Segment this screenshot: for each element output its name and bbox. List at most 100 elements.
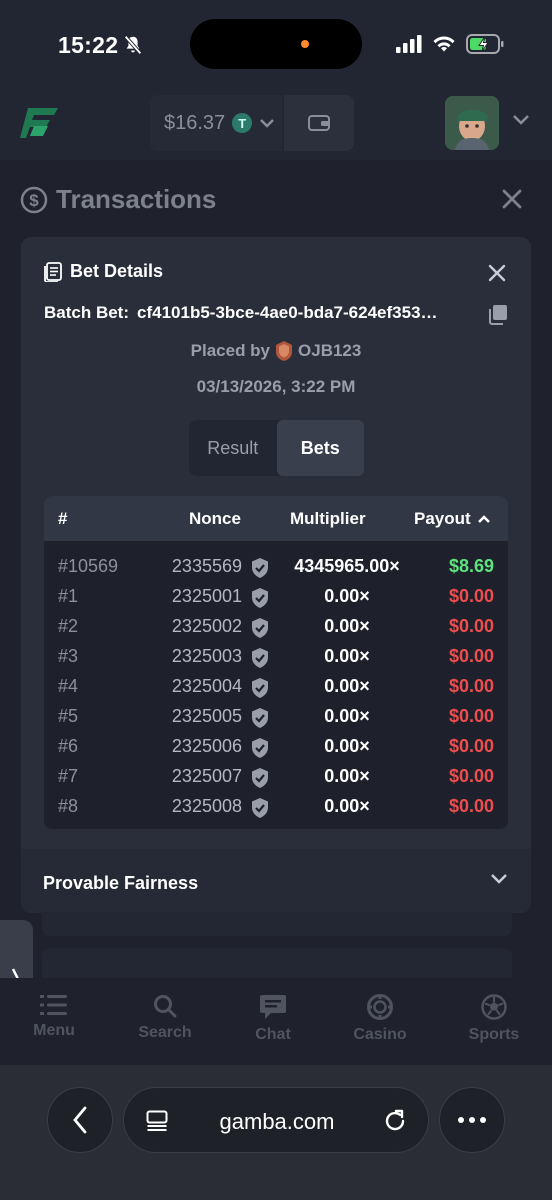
- soccer-ball-icon: [481, 994, 507, 1020]
- signal-icon: [396, 35, 422, 53]
- batch-bet-id: cf4101b5-3bce-4ae0-bda7-624ef353…: [137, 303, 438, 322]
- provable-fairness-label: Provable Fairness: [43, 873, 199, 893]
- row-payout: $0.00: [448, 796, 494, 816]
- more-dot: [480, 1117, 486, 1123]
- close-icon[interactable]: [500, 187, 524, 211]
- username[interactable]: OJB123: [298, 341, 361, 361]
- placed-by-label: Placed by: [190, 341, 271, 360]
- verified-shield-icon[interactable]: [251, 618, 269, 638]
- nav-menu[interactable]: Menu: [9, 994, 99, 1040]
- nav-casino-label: Casino: [353, 1026, 407, 1043]
- row-payout: $0.00: [448, 766, 494, 786]
- row-payout: $0.00: [448, 646, 494, 666]
- verified-shield-icon[interactable]: [251, 738, 269, 758]
- nav-casino[interactable]: Casino: [335, 994, 425, 1044]
- row-number: #3: [58, 646, 79, 666]
- bell-muted-icon: [124, 35, 142, 55]
- row-number: #7: [58, 766, 79, 786]
- chevron-up-icon: [477, 515, 490, 523]
- col-num: #: [58, 509, 68, 528]
- browser-back-button[interactable]: [47, 1087, 113, 1153]
- avatar-image: [445, 96, 499, 150]
- table-row[interactable]: #10569 2335569 4345965.00× $8.69: [44, 552, 508, 582]
- table-row[interactable]: #1 2325001 0.00× $0.00: [44, 582, 508, 612]
- site-header: $16.37 T: [0, 86, 552, 160]
- nav-sports[interactable]: Sports: [449, 994, 539, 1044]
- verified-shield-icon[interactable]: [251, 588, 269, 608]
- chevron-down-icon[interactable]: [512, 114, 530, 126]
- modal-title: Bet Details: [70, 261, 164, 281]
- row-payout: $0.00: [448, 676, 494, 696]
- bet-datetime: 03/13/2026, 3:22 PM: [196, 377, 356, 396]
- table-body: #10569 2335569 4345965.00× $8.69 #1 2325001 0.…: [44, 541, 508, 822]
- browser-more-button[interactable]: [439, 1087, 505, 1153]
- tab-bets[interactable]: Bets: [276, 420, 364, 476]
- row-nonce: 2325007: [171, 766, 242, 786]
- row-payout: $0.00: [448, 736, 494, 756]
- row-multiplier: 4345965.00×: [294, 556, 400, 576]
- tether-icon: T: [232, 113, 253, 133]
- row-nonce: 2325002: [171, 616, 242, 636]
- placed-by-row: Placed by OJB123: [21, 341, 531, 361]
- casino-chip-icon: [367, 994, 393, 1020]
- more-dot: [469, 1117, 475, 1123]
- table-row[interactable]: #5 2325005 0.00× $0.00: [44, 702, 508, 732]
- row-number: #4: [58, 676, 79, 696]
- table-row[interactable]: #4 2325004 0.00× $0.00: [44, 672, 508, 702]
- verified-shield-icon[interactable]: [251, 678, 269, 698]
- browser-toolbar: gamba.com: [0, 1065, 552, 1200]
- row-multiplier: 0.00×: [324, 586, 370, 606]
- table-row[interactable]: #2 2325002 0.00× $0.00: [44, 612, 508, 642]
- result-bets-toggle: Result Bets: [189, 420, 364, 476]
- transactions-header: $ Transactions: [20, 184, 216, 215]
- table-row[interactable]: #7 2325007 0.00× $0.00: [44, 762, 508, 792]
- background-card: [42, 912, 512, 936]
- nav-search[interactable]: Search: [120, 994, 210, 1042]
- chevron-left-icon: [73, 1106, 87, 1134]
- tab-result[interactable]: Result: [189, 420, 277, 476]
- nav-sports-label: Sports: [468, 1026, 520, 1043]
- copy-icon[interactable]: [487, 304, 509, 326]
- row-number: #6: [58, 736, 79, 756]
- row-multiplier: 0.00×: [324, 706, 370, 726]
- table-row[interactable]: #6 2325006 0.00× $0.00: [44, 732, 508, 762]
- status-bar: 15:22: [0, 0, 552, 86]
- wallet-button[interactable]: [284, 95, 354, 151]
- nav-chat[interactable]: Chat: [228, 994, 318, 1044]
- row-multiplier: 0.00×: [324, 736, 370, 756]
- batch-bet-row: Batch Bet: cf4101b5-3bce-4ae0-bda7-624ef…: [44, 303, 514, 326]
- menu-icon: [40, 995, 67, 1015]
- more-dot: [458, 1117, 464, 1123]
- verified-shield-icon[interactable]: [251, 558, 269, 578]
- user-avatar[interactable]: [445, 96, 499, 150]
- row-payout: $0.00: [448, 616, 494, 636]
- browser-url-bar[interactable]: gamba.com: [123, 1087, 429, 1153]
- verified-shield-icon[interactable]: [251, 708, 269, 728]
- table-row[interactable]: #8 2325008 0.00× $0.00: [44, 792, 508, 822]
- batch-bet-label: Batch Bet:: [44, 303, 130, 322]
- chevron-down-icon: [491, 874, 507, 884]
- row-multiplier: 0.00×: [324, 616, 370, 636]
- balance-selector[interactable]: $16.37 T: [150, 95, 282, 151]
- recording-dot: [301, 40, 309, 48]
- col-payout-sort[interactable]: Payout: [414, 509, 491, 529]
- nav-chat-label: Chat: [255, 1026, 291, 1043]
- gamba-logo-icon[interactable]: [20, 102, 62, 144]
- row-multiplier: 0.00×: [324, 796, 370, 816]
- verified-shield-icon[interactable]: [251, 798, 269, 818]
- provable-fairness-section[interactable]: Provable Fairness: [21, 849, 531, 913]
- verified-shield-icon[interactable]: [251, 768, 269, 788]
- page-title: Transactions: [56, 184, 217, 214]
- table-row[interactable]: #3 2325003 0.00× $0.00: [44, 642, 508, 672]
- verified-shield-icon[interactable]: [251, 648, 269, 668]
- row-number: #10569: [58, 556, 119, 576]
- status-time: 15:22: [58, 32, 119, 58]
- bets-table: # Nonce Multiplier Payout #10569 2335569 4…: [44, 496, 508, 829]
- row-nonce: 2325004: [171, 676, 242, 696]
- reload-icon[interactable]: [382, 1108, 408, 1134]
- modal-close-icon[interactable]: [487, 263, 507, 283]
- col-nonce: Nonce: [189, 509, 241, 528]
- row-number: #5: [58, 706, 79, 726]
- chevron-down-icon: [260, 119, 275, 128]
- row-multiplier: 0.00×: [324, 676, 370, 696]
